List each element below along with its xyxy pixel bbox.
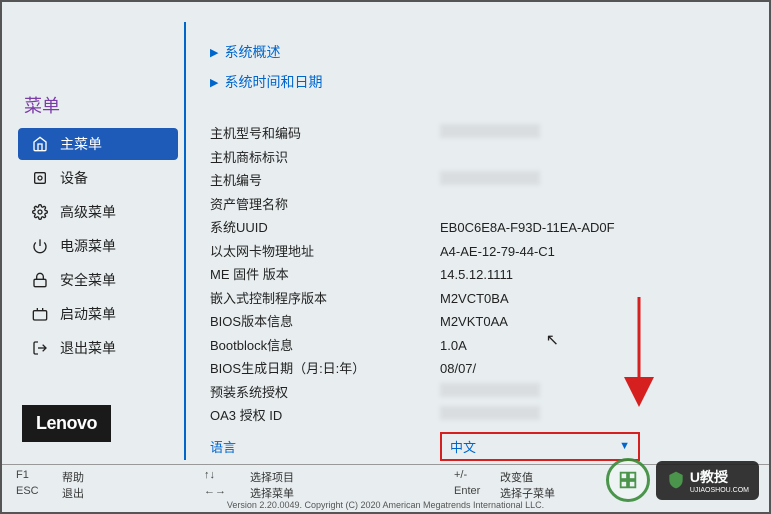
info-row: 以太网卡物理地址A4-AE-12-79-44-C1 (210, 240, 749, 264)
watermark-circle-icon (606, 458, 650, 502)
menu-label: 启动菜单 (60, 304, 116, 324)
device-icon (30, 170, 50, 186)
info-value: 14.5.12.1111 (440, 265, 749, 285)
info-row: 资产管理名称 (210, 193, 749, 217)
key-label: 退出 (62, 485, 84, 501)
info-label: 资产管理名称 (210, 195, 440, 215)
language-row: 语言 中文 ▼ (210, 432, 749, 461)
menu-label: 高级菜单 (60, 202, 116, 222)
menu-item-power[interactable]: 电源菜单 (18, 230, 178, 262)
info-row: BIOS生成日期（月:日:年）08/07/ (210, 357, 749, 381)
exit-icon (30, 340, 50, 356)
gear-icon (30, 204, 50, 220)
menu-label: 主菜单 (60, 134, 102, 154)
nav-system-overview[interactable]: ▶ 系统概述 (210, 42, 749, 62)
info-row: 主机型号和编码 (210, 122, 749, 146)
info-value: EB0C6E8A-F93D-11EA-AD0F (440, 218, 749, 238)
language-dropdown[interactable]: 中文 ▼ (440, 432, 640, 461)
info-label: 主机商标标识 (210, 148, 440, 168)
info-row: Bootblock信息1.0A (210, 334, 749, 358)
menu-label: 设备 (60, 168, 88, 188)
info-value: M2VKT0AA (440, 312, 749, 332)
info-row: 主机编号 (210, 169, 749, 193)
key-enter: Enter (454, 485, 490, 501)
info-value: A4-AE-12-79-44-C1 (440, 242, 749, 262)
chevron-down-icon: ▼ (619, 440, 630, 452)
language-value: 中文 (450, 437, 476, 456)
key-label: 帮助 (62, 469, 84, 485)
info-label: Bootblock信息 (210, 336, 440, 356)
info-value (440, 195, 749, 215)
info-value (440, 171, 749, 191)
boot-icon (30, 306, 50, 322)
info-label: ME 固件 版本 (210, 265, 440, 285)
watermark-badge: U教授 UJIAOSHOU.COM (656, 461, 759, 500)
menu-item-devices[interactable]: 设备 (18, 162, 178, 194)
menu-item-exit[interactable]: 退出菜单 (18, 332, 178, 364)
key-plusminus: +/- (454, 469, 490, 485)
nav-system-datetime[interactable]: ▶ 系统时间和日期 (210, 72, 749, 92)
copyright-text: Version 2.20.0049. Copyright (C) 2020 Am… (227, 500, 544, 510)
watermark: U教授 UJIAOSHOU.COM (606, 458, 759, 502)
info-value (440, 406, 749, 426)
info-grid: 主机型号和编码 主机商标标识 主机编号 资产管理名称 系统UUIDEB0C6E8… (210, 122, 749, 461)
info-label: 主机型号和编码 (210, 124, 440, 144)
menu-title: 菜单 (24, 92, 182, 118)
watermark-text: U教授 (690, 467, 749, 487)
info-label: BIOS版本信息 (210, 312, 440, 332)
info-value (440, 148, 749, 168)
info-row: BIOS版本信息M2VKT0AA (210, 310, 749, 334)
info-value: 08/07/ (440, 359, 749, 379)
info-label: 嵌入式控制程序版本 (210, 289, 440, 309)
info-label: BIOS生成日期（月:日:年） (210, 359, 440, 379)
key-label: 改变值 (500, 469, 533, 485)
watermark-sub: UJIAOSHOU.COM (690, 487, 749, 494)
info-value: 1.0A (440, 336, 749, 356)
power-icon (30, 238, 50, 254)
menu-item-advanced[interactable]: 高级菜单 (18, 196, 178, 228)
key-esc: ESC (16, 485, 52, 501)
home-icon (30, 136, 50, 152)
info-value (440, 383, 749, 403)
nav-label: 系统时间和日期 (224, 72, 322, 92)
chevron-right-icon: ▶ (210, 76, 218, 89)
key-f1: F1 (16, 469, 52, 485)
info-row: 主机商标标识 (210, 146, 749, 170)
info-label: OA3 授权 ID (210, 406, 440, 426)
key-label: 选择项目 (250, 469, 294, 485)
lenovo-logo: Lenovo (22, 405, 111, 442)
language-label: 语言 (210, 437, 440, 456)
info-label: 系统UUID (210, 218, 440, 238)
info-label: 预装系统授权 (210, 383, 440, 403)
shield-icon (666, 470, 686, 490)
key-label: 选择子菜单 (500, 485, 555, 501)
sidebar-menu: 主菜单 设备 高级菜单 电源菜单 安全菜单 启动菜单 (14, 128, 182, 364)
nav-label: 系统概述 (224, 42, 280, 62)
info-row: 嵌入式控制程序版本M2VCT0BA (210, 287, 749, 311)
key-label: 选择菜单 (250, 485, 294, 501)
info-value (440, 124, 749, 144)
menu-label: 安全菜单 (60, 270, 116, 290)
lock-icon (30, 272, 50, 288)
info-label: 以太网卡物理地址 (210, 242, 440, 262)
menu-item-security[interactable]: 安全菜单 (18, 264, 178, 296)
info-row: 预装系统授权 (210, 381, 749, 405)
info-row: 系统UUIDEB0C6E8A-F93D-11EA-AD0F (210, 216, 749, 240)
menu-item-boot[interactable]: 启动菜单 (18, 298, 178, 330)
menu-label: 电源菜单 (60, 236, 116, 256)
info-value: M2VCT0BA (440, 289, 749, 309)
info-row: ME 固件 版本14.5.12.1111 (210, 263, 749, 287)
menu-label: 退出菜单 (60, 338, 116, 358)
key-arrows: ←→ (204, 485, 240, 501)
info-row: OA3 授权 ID (210, 404, 749, 428)
menu-item-main[interactable]: 主菜单 (18, 128, 178, 160)
info-label: 主机编号 (210, 171, 440, 191)
chevron-right-icon: ▶ (210, 46, 218, 59)
key-arrows: ↑↓ (204, 469, 240, 485)
